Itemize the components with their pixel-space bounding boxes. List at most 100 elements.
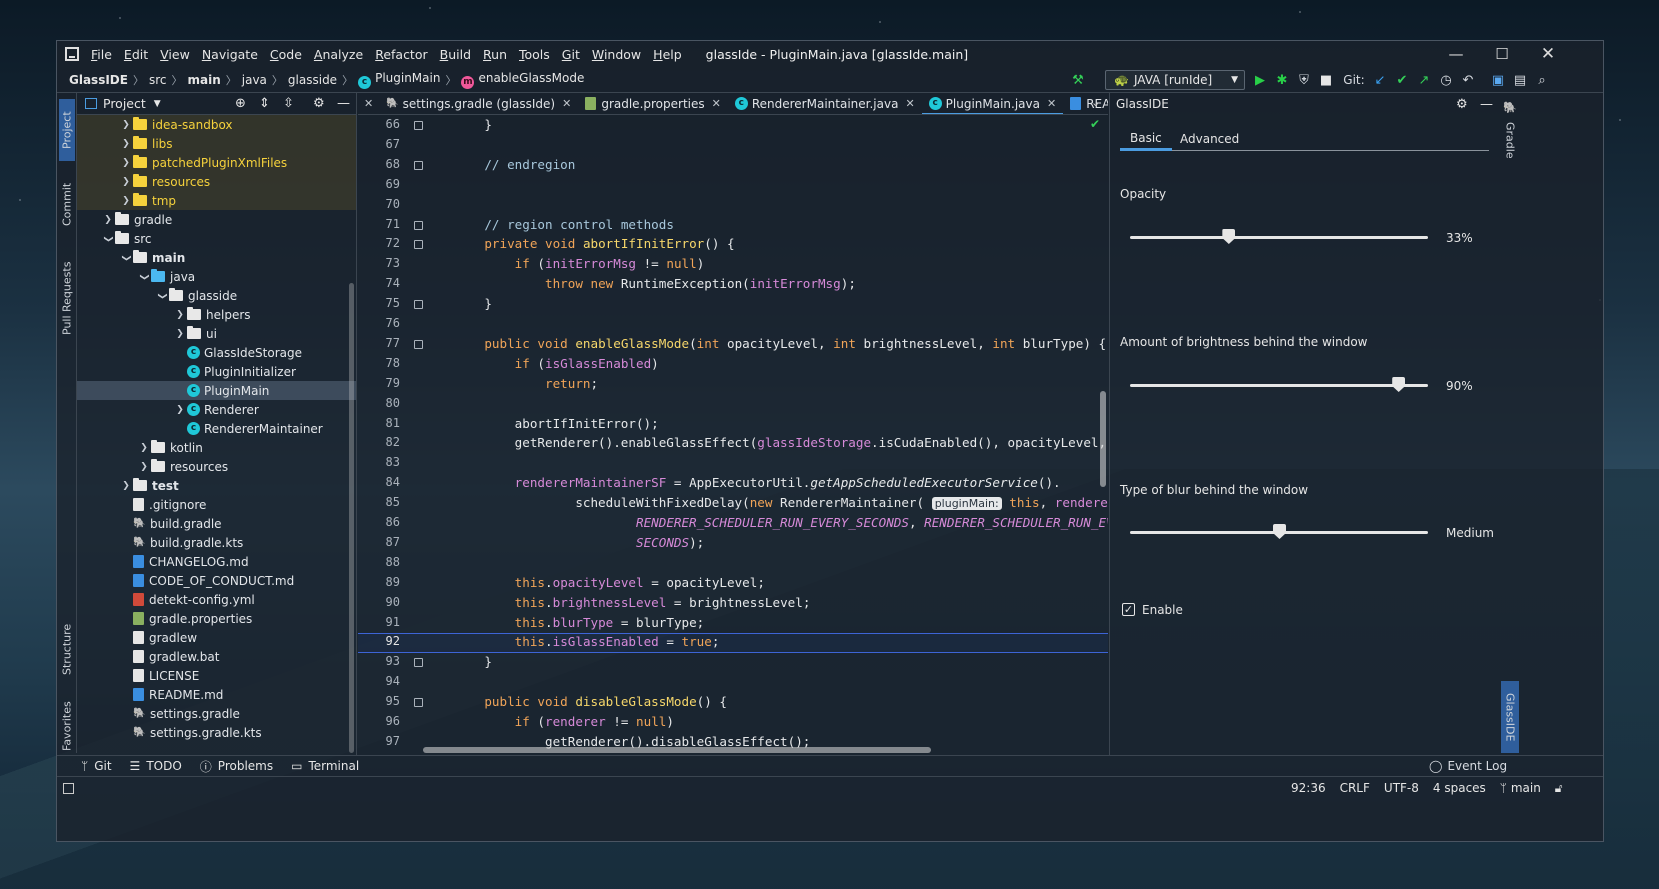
layout-icon[interactable]: ▤ [1509,67,1531,93]
tree-item[interactable]: ❯ ui [77,324,356,343]
event-log-button[interactable]: ◯ Event Log [1429,759,1507,773]
breadcrumb-item[interactable]: c PluginMain [358,71,440,89]
debug-icon[interactable]: ✱ [1271,67,1293,93]
project-structure-icon[interactable]: ▣ [1487,67,1509,93]
breadcrumb-item[interactable]: glasside [288,73,337,87]
tool-tab-favorites[interactable]: Favorites [59,693,75,759]
git-update-icon[interactable]: ↙ [1369,67,1391,93]
toggle-tool-windows-icon[interactable] [63,782,74,794]
run-icon[interactable]: ▶ [1249,67,1271,93]
hide-panel-icon[interactable]: — [337,96,350,111]
menu-build[interactable]: Build [434,47,477,62]
tool-tab-project[interactable]: Project [59,99,75,161]
menu-refactor[interactable]: Refactor [369,47,433,62]
menu-view[interactable]: View [154,47,196,62]
tree-item[interactable]: ❯ gradle [77,210,356,229]
tree-item[interactable]: ❯ resources [77,172,356,191]
fold-marker-icon[interactable] [414,121,423,130]
fold-marker-icon[interactable] [414,240,423,250]
tree-item[interactable]: LICENSE [77,666,356,685]
rollback-icon[interactable]: ↶ [1457,67,1479,93]
tab-advanced[interactable]: Advanced [1170,127,1249,151]
tree-item[interactable]: README.md [77,685,356,704]
menu-navigate[interactable]: Navigate [196,47,264,62]
tab-readme-md[interactable]: README.md✕ [1063,93,1108,114]
tree-item[interactable]: ❯ tmp [77,191,356,210]
collapse-all-icon[interactable]: ⇳ [283,96,294,111]
fold-marker-icon[interactable] [414,220,423,230]
menu-run[interactable]: Run [477,47,513,62]
tree-item[interactable]: 🐘 build.gradle [77,514,356,533]
fold-marker-icon[interactable] [414,300,423,310]
minimize-icon[interactable]: — [1433,41,1479,67]
menu-code[interactable]: Code [264,47,308,62]
tree-item[interactable]: ❯ patchedPluginXmlFiles [77,153,356,172]
tree-item[interactable]: c PluginInitializer [77,362,356,381]
tree-item[interactable]: .gitignore [77,495,356,514]
chevron-down-icon[interactable]: ⌄ [1091,96,1100,109]
fold-marker-icon[interactable] [414,658,423,668]
git-push-icon[interactable]: ↗ [1413,67,1435,93]
intellij-logo-icon[interactable] [65,47,79,61]
tool-terminal[interactable]: ▭ Terminal [291,758,359,775]
tree-item[interactable]: 🐘 settings.gradle.kts [77,723,356,742]
tree-item[interactable]: ❯ kotlin [77,438,356,457]
hide-panel-icon[interactable]: — [1480,97,1493,112]
tree-item[interactable]: ❯ src [77,229,356,248]
menu-help[interactable]: Help [647,47,688,62]
tree-item[interactable]: gradlew.bat [77,647,356,666]
tree-item[interactable]: ❯ c Renderer [77,400,356,419]
tree-item[interactable]: ❯ test [77,476,356,495]
opacity-slider-thumb[interactable] [1222,229,1236,244]
tree-item[interactable]: detekt-config.yml [77,590,356,609]
tree-item[interactable]: c GlassIdeStorage [77,343,356,362]
editor-horizontal-scrollbar[interactable] [423,747,931,753]
brightness-slider-track[interactable] [1130,384,1428,387]
indent-setting[interactable]: 4 spaces [1433,781,1486,796]
unlock-icon[interactable]: 🔓︎ [1555,781,1563,796]
menu-window[interactable]: Window [586,47,647,62]
menu-analyze[interactable]: Analyze [308,47,369,62]
project-view-select[interactable]: Project [103,96,146,111]
menu-git[interactable]: Git [556,47,586,62]
breadcrumb-item[interactable]: java [242,73,267,87]
tree-item[interactable]: c RendererMaintainer [77,419,356,438]
menu-file[interactable]: File [85,47,118,62]
expand-all-icon[interactable]: ⇕ [259,96,270,111]
tool-problems[interactable]: ⓘ Problems [200,758,273,775]
tab-pluginmain-java[interactable]: c PluginMain.java ✕ [921,93,1064,114]
menu-tools[interactable]: Tools [513,47,556,62]
tree-item[interactable]: ❯ glasside [77,286,356,305]
close-icon[interactable]: ✕ [1047,97,1056,110]
tree-scrollbar[interactable] [349,283,354,753]
tree-item[interactable]: c PluginMain [77,381,356,400]
tree-item[interactable]: 🐘 settings.gradle [77,704,356,723]
tree-item[interactable]: ❯ idea-sandbox [77,115,356,134]
breadcrumb-item[interactable]: main [188,73,221,87]
tree-item[interactable]: ❯ main [77,248,356,267]
tool-tab-commit[interactable]: Commit [59,171,75,237]
brightness-slider-thumb[interactable] [1392,377,1406,392]
caret-position[interactable]: 92:36 [1291,781,1326,796]
chevron-down-icon[interactable]: ▼ [154,99,161,109]
gear-icon[interactable]: ⚙ [313,96,325,111]
tool-tab-gradle[interactable]: Gradle [1502,115,1518,165]
tool-tab-glasside[interactable]: GlassIDE [1501,681,1519,753]
breadcrumb-item[interactable]: src [149,73,167,87]
tab-settings-gradle-glasside[interactable]: 🐘 settings.gradle (glassIde) ✕ [379,93,578,114]
tree-item[interactable]: 🐘 build.gradle.kts [77,533,356,552]
opacity-slider-track[interactable] [1130,236,1428,239]
code-editor[interactable]: 66 } 67 68 // endregion 69 70 71 // region co… [358,115,1108,755]
git-branch[interactable]: ᛘ main [1500,781,1541,796]
tab-basic[interactable]: Basic [1120,127,1172,151]
tree-item[interactable]: ❯ helpers [77,305,356,324]
close-icon[interactable]: ✕ [905,97,914,110]
fold-marker-icon[interactable] [414,698,423,708]
gear-icon[interactable]: ⚙ [1456,97,1468,112]
git-commit-icon[interactable]: ✔ [1391,67,1413,93]
coverage-icon[interactable]: ⛨ [1293,67,1315,93]
menu-edit[interactable]: Edit [118,47,154,62]
tool-git[interactable]: ᛘ Git [81,758,112,775]
fold-marker-icon[interactable] [414,339,423,349]
blur-slider-thumb[interactable] [1273,524,1286,539]
